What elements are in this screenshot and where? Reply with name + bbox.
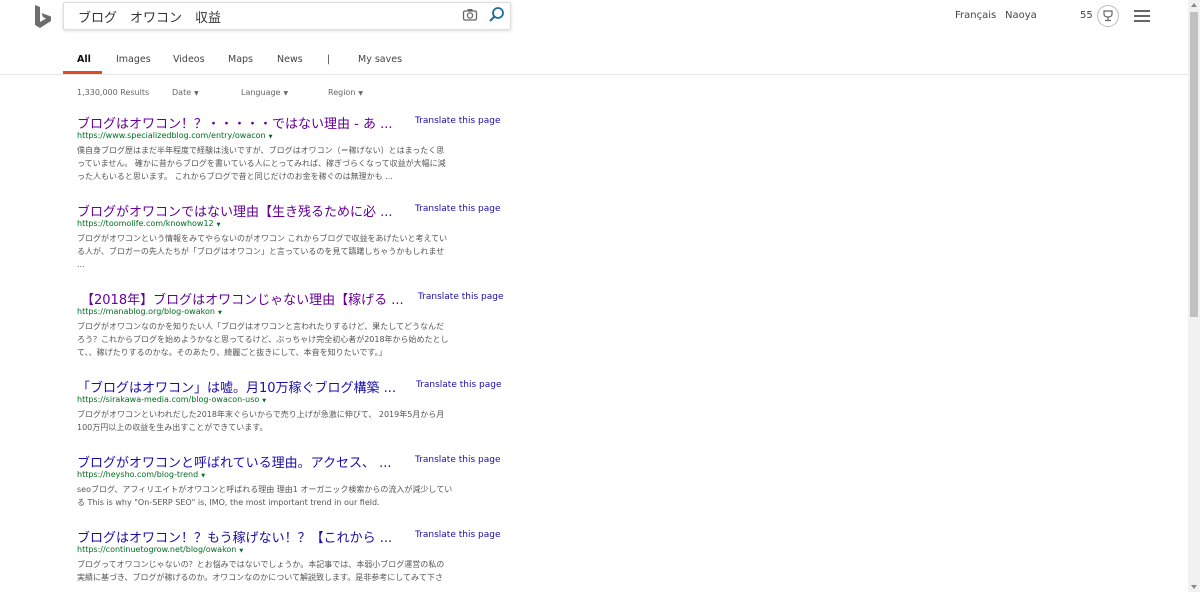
- result-url: https://heysho.com/blog-trend ▼: [77, 470, 205, 479]
- scroll-down-arrow-icon[interactable]: [1191, 585, 1197, 589]
- snippet-line: ブログがオワコンなのかを知りたい人「ブログはオワコンと言われたりするけど、果たし…: [77, 322, 444, 331]
- snippet-line: 実績に基づき、ブログが稼げるのか。オワコンなのかについて解説致します。是非参考に…: [77, 573, 443, 582]
- snippet-line: seoブログ、アフィリエイトがオワコンと呼ばれる理由 理由1 オーガニック検索か…: [77, 485, 453, 494]
- language-filter-label: Language: [241, 88, 281, 97]
- user-name[interactable]: Naoya: [1005, 10, 1037, 21]
- tab-divider: |: [327, 54, 331, 65]
- tab-my-saves[interactable]: My saves: [358, 54, 402, 65]
- language-link[interactable]: Français: [955, 10, 996, 21]
- result-url: https://toomolife.com/knowhow12 ▼: [77, 219, 220, 228]
- chevron-down-icon: ▼: [358, 90, 364, 97]
- snippet-line: っていません。 確かに昔からブログを書いている人にとってみれば、稼ぎづらくなって…: [77, 159, 446, 168]
- translate-link[interactable]: Translate this page: [415, 455, 501, 465]
- result-snippet: ブログがオワコンなのかを知りたい人「ブログはオワコンと言われたりするけど、果たし…: [77, 320, 497, 359]
- rewards-points[interactable]: 55: [1080, 10, 1093, 21]
- result-snippet: ブログがオワコンという情報をみてやらないのがオワコン これからブログで収益をあげ…: [77, 232, 497, 271]
- region-filter-label: Region: [328, 88, 356, 97]
- snippet-line: 僕自身ブログ歴はまだ半年程度で経験は浅いですが、ブログはオワコン（＝稼げない）と…: [77, 146, 445, 155]
- chevron-down-icon[interactable]: ▼: [262, 398, 266, 404]
- tab-all[interactable]: All: [77, 54, 91, 65]
- results-count: 1,330,000 Results: [77, 88, 150, 97]
- chevron-down-icon[interactable]: ▼: [201, 473, 205, 479]
- result-title-link[interactable]: ブログがオワコンと呼ばれている理由。アクセス、 ...: [77, 452, 417, 471]
- chevron-down-icon[interactable]: ▼: [239, 548, 243, 554]
- scroll-up-arrow-icon[interactable]: [1191, 3, 1197, 7]
- result-title-link[interactable]: 【2018年】ブログはオワコンじゃない理由【稼げる ...: [81, 289, 421, 308]
- result-url-text: https://toomolife.com/knowhow12: [77, 219, 214, 228]
- page-scrollbar[interactable]: [1188, 0, 1200, 592]
- translate-link[interactable]: Translate this page: [418, 292, 504, 302]
- snippet-line: ろう？これからブログを始めようかなと思ってるけど、ぶっちゃけ完全初心者が2018…: [77, 335, 449, 344]
- tab-maps[interactable]: Maps: [228, 54, 253, 65]
- date-filter[interactable]: Date ▼: [172, 88, 199, 97]
- scrollbar-thumb[interactable]: [1190, 12, 1198, 317]
- result-title-link[interactable]: ブログはオワコン！？・・・・・ではない理由 - あ ...: [77, 113, 417, 132]
- result-url-text: https://heysho.com/blog-trend: [77, 470, 199, 479]
- result-url: https://manablog.org/blog-owakon ▼: [77, 307, 222, 316]
- snippet-line: 100万円以上の収益を生み出すことができています。: [77, 423, 268, 432]
- result-url-text: https://continuetogrow.net/blog/owakon: [77, 545, 237, 554]
- snippet-line: る This is why "On-SERP SEO" is, IMO, the…: [77, 498, 380, 507]
- result-title-link[interactable]: ブログはオワコン！？もう稼げない！？【これから ...: [77, 527, 417, 546]
- search-input[interactable]: [76, 6, 450, 26]
- result-url: https://continuetogrow.net/blog/owakon ▼: [77, 545, 243, 554]
- result-snippet: ブログってオワコンじゃないの？とお悩みではないでしょうか。本記事では、本弱小ブロ…: [77, 558, 497, 584]
- translate-link[interactable]: Translate this page: [415, 530, 501, 540]
- rewards-trophy-icon[interactable]: [1097, 5, 1119, 27]
- search-icon[interactable]: [488, 6, 506, 24]
- bing-logo-icon[interactable]: [34, 5, 52, 29]
- active-tab-indicator: [63, 71, 102, 74]
- snippet-line: った人もいると思います。 これからブログで昔と同じだけのお金を稼ぐのは無理かも …: [77, 172, 393, 181]
- camera-icon[interactable]: [462, 7, 478, 23]
- snippet-line: る人が、ブロガーの先人たちが「ブログはオワコン」と言っているのを見て躊躇しちゃう…: [77, 247, 445, 256]
- hamburger-menu-icon[interactable]: [1134, 10, 1150, 25]
- result-url: https://www.specializedblog.com/entry/ow…: [77, 131, 272, 140]
- result-title-link[interactable]: ブログがオワコンではない理由【生き残るために必 ...: [77, 201, 417, 220]
- result-title-link[interactable]: 「ブログはオワコン」は嘘。月10万稼ぐブログ構築 ...: [77, 377, 417, 396]
- chevron-down-icon: ▼: [194, 90, 199, 97]
- tab-videos[interactable]: Videos: [173, 54, 205, 65]
- chevron-down-icon[interactable]: ▼: [217, 222, 221, 228]
- tab-news[interactable]: News: [277, 54, 303, 65]
- result-snippet: ブログがオワコンといわれだした2018年末ぐらいからで売り上げが急激に伸びて、 …: [77, 408, 497, 434]
- result-url: https://sirakawa-media.com/blog-owacon-u…: [77, 395, 266, 404]
- translate-link[interactable]: Translate this page: [415, 204, 501, 214]
- date-filter-label: Date: [172, 88, 192, 97]
- result-snippet: seoブログ、アフィリエイトがオワコンと呼ばれる理由 理由1 オーガニック検索か…: [77, 483, 497, 509]
- search-box[interactable]: [63, 2, 511, 30]
- chevron-down-icon[interactable]: ▼: [218, 310, 222, 316]
- language-filter[interactable]: Language ▼: [241, 88, 288, 97]
- snippet-line: ...: [77, 260, 85, 269]
- chevron-down-icon[interactable]: ▼: [269, 134, 273, 140]
- tab-images[interactable]: Images: [116, 54, 151, 65]
- snippet-line: ブログってオワコンじゃないの？とお悩みではないでしょうか。本記事では、本弱小ブロ…: [77, 560, 445, 569]
- translate-link[interactable]: Translate this page: [416, 380, 502, 390]
- snippet-line: ブログがオワコンという情報をみてやらないのがオワコン これからブログで収益をあげ…: [77, 234, 448, 243]
- snippet-line: て、、稼げたりするのかな。そのあたり、綺麗ごと抜きにして、本音を知りたいです。」: [77, 348, 387, 357]
- result-url-text: https://sirakawa-media.com/blog-owacon-u…: [77, 395, 260, 404]
- result-snippet: 僕自身ブログ歴はまだ半年程度で経験は浅いですが、ブログはオワコン（＝稼げない）と…: [77, 144, 497, 183]
- region-filter[interactable]: Region ▼: [328, 88, 363, 97]
- translate-link[interactable]: Translate this page: [415, 116, 501, 126]
- chevron-down-icon: ▼: [283, 90, 289, 97]
- result-url-text: https://www.specializedblog.com/entry/ow…: [77, 131, 266, 140]
- snippet-line: ブログがオワコンといわれだした2018年末ぐらいからで売り上げが急激に伸びて、 …: [77, 410, 445, 419]
- result-url-text: https://manablog.org/blog-owakon: [77, 307, 215, 316]
